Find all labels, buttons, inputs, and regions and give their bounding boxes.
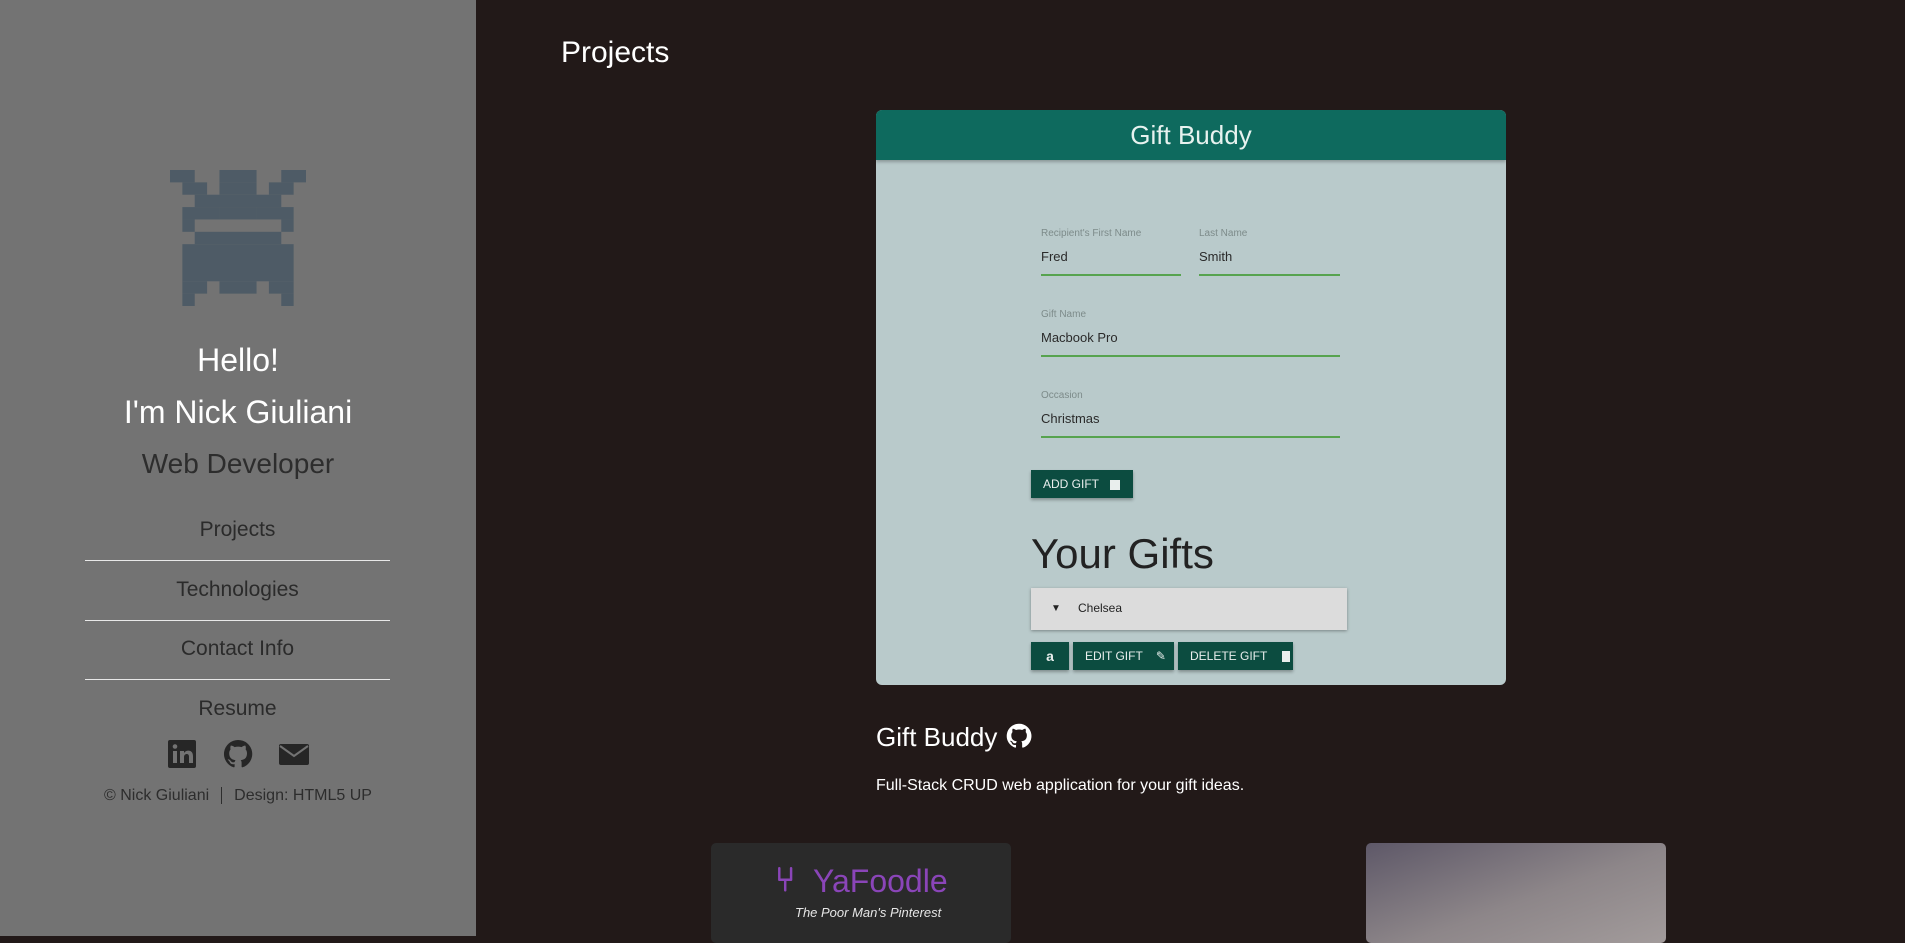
- nav-contact-info[interactable]: Contact Info: [85, 619, 390, 680]
- edit-gift-label: EDIT GIFT: [1085, 649, 1143, 663]
- field-label: Gift Name: [1041, 309, 1087, 320]
- gift-list-item: ▼ Chelsea: [1031, 588, 1347, 630]
- field-value: Fred: [1041, 249, 1068, 264]
- yafoodle-logo-text: YaFoodle: [813, 863, 948, 899]
- field-value: Macbook Pro: [1041, 330, 1118, 345]
- gift-recipient-name: Chelsea: [1078, 601, 1123, 615]
- pencil-icon: ✎: [1155, 649, 1166, 663]
- field-label: Recipient's First Name: [1041, 228, 1142, 239]
- app-header: Gift Buddy: [876, 110, 1506, 160]
- your-gifts-heading: Your Gifts: [1031, 530, 1214, 577]
- nav-resume[interactable]: Resume: [85, 679, 390, 739]
- space-invader-avatar: [170, 170, 306, 306]
- footer-divider: [221, 787, 223, 805]
- last-name-field: Last Name Smith: [1199, 228, 1340, 276]
- main-content: Projects Gift Buddy Recipient's First Na…: [476, 0, 1905, 943]
- project-title: Gift Buddy: [876, 722, 1033, 757]
- fork-knife-icon: ⑂: [775, 861, 796, 899]
- field-value: Smith: [1199, 249, 1233, 264]
- linkedin-icon[interactable]: [166, 738, 198, 770]
- role-title: Web Developer: [141, 448, 335, 479]
- nav-technologies[interactable]: Technologies: [85, 560, 390, 621]
- project-description: Full-Stack CRUD web application for your…: [876, 777, 1245, 794]
- yafoodle-tagline: The Poor Man's Pinterest: [795, 905, 942, 920]
- footer: © Nick Giuliani Design: HTML5 UP: [0, 787, 476, 805]
- greeting-name: I'm Nick Giuliani: [123, 394, 353, 430]
- gift-name-field: Gift Name Macbook Pro: [1041, 309, 1340, 357]
- nav-projects[interactable]: Projects: [85, 500, 390, 561]
- project-card-yafoodle[interactable]: ⑂ YaFoodle The Poor Man's Pinterest: [711, 843, 1011, 943]
- github-icon[interactable]: [222, 738, 254, 770]
- occasion-field: Occasion Christmas: [1041, 390, 1340, 438]
- add-gift-label: ADD GIFT: [1043, 477, 1099, 491]
- footer-design-credit: Design: HTML5 UP: [234, 787, 372, 804]
- field-label: Last Name: [1199, 228, 1248, 239]
- sidebar: Hello! I'm Nick Giuliani Web Developer P…: [0, 0, 476, 936]
- trash-icon: [1282, 651, 1291, 663]
- greeting-hello: Hello!: [197, 342, 279, 378]
- project-screenshot-gift-buddy[interactable]: Gift Buddy Recipient's First Name Fred L…: [876, 110, 1506, 685]
- amazon-icon: a: [1031, 642, 1069, 670]
- delete-gift-label: DELETE GIFT: [1190, 649, 1268, 663]
- social-links: [0, 738, 476, 770]
- envelope-icon[interactable]: [278, 738, 310, 770]
- add-gift-button: ADD GIFT: [1031, 470, 1133, 498]
- project-card-thumbnail[interactable]: [1366, 843, 1666, 943]
- plus-box-icon: [1110, 479, 1121, 490]
- project-title-text: Gift Buddy: [876, 722, 998, 752]
- footer-copyright: © Nick Giuliani: [104, 787, 210, 804]
- section-title: Projects: [561, 36, 670, 69]
- field-value: Christmas: [1041, 411, 1100, 426]
- github-icon[interactable]: [1005, 722, 1033, 757]
- field-label: Occasion: [1041, 390, 1083, 401]
- edit-gift-button: EDIT GIFT ✎: [1073, 642, 1174, 670]
- delete-gift-button: DELETE GIFT: [1178, 642, 1293, 670]
- caret-down-icon: ▼: [1051, 603, 1061, 614]
- first-name-field: Recipient's First Name Fred: [1041, 228, 1181, 276]
